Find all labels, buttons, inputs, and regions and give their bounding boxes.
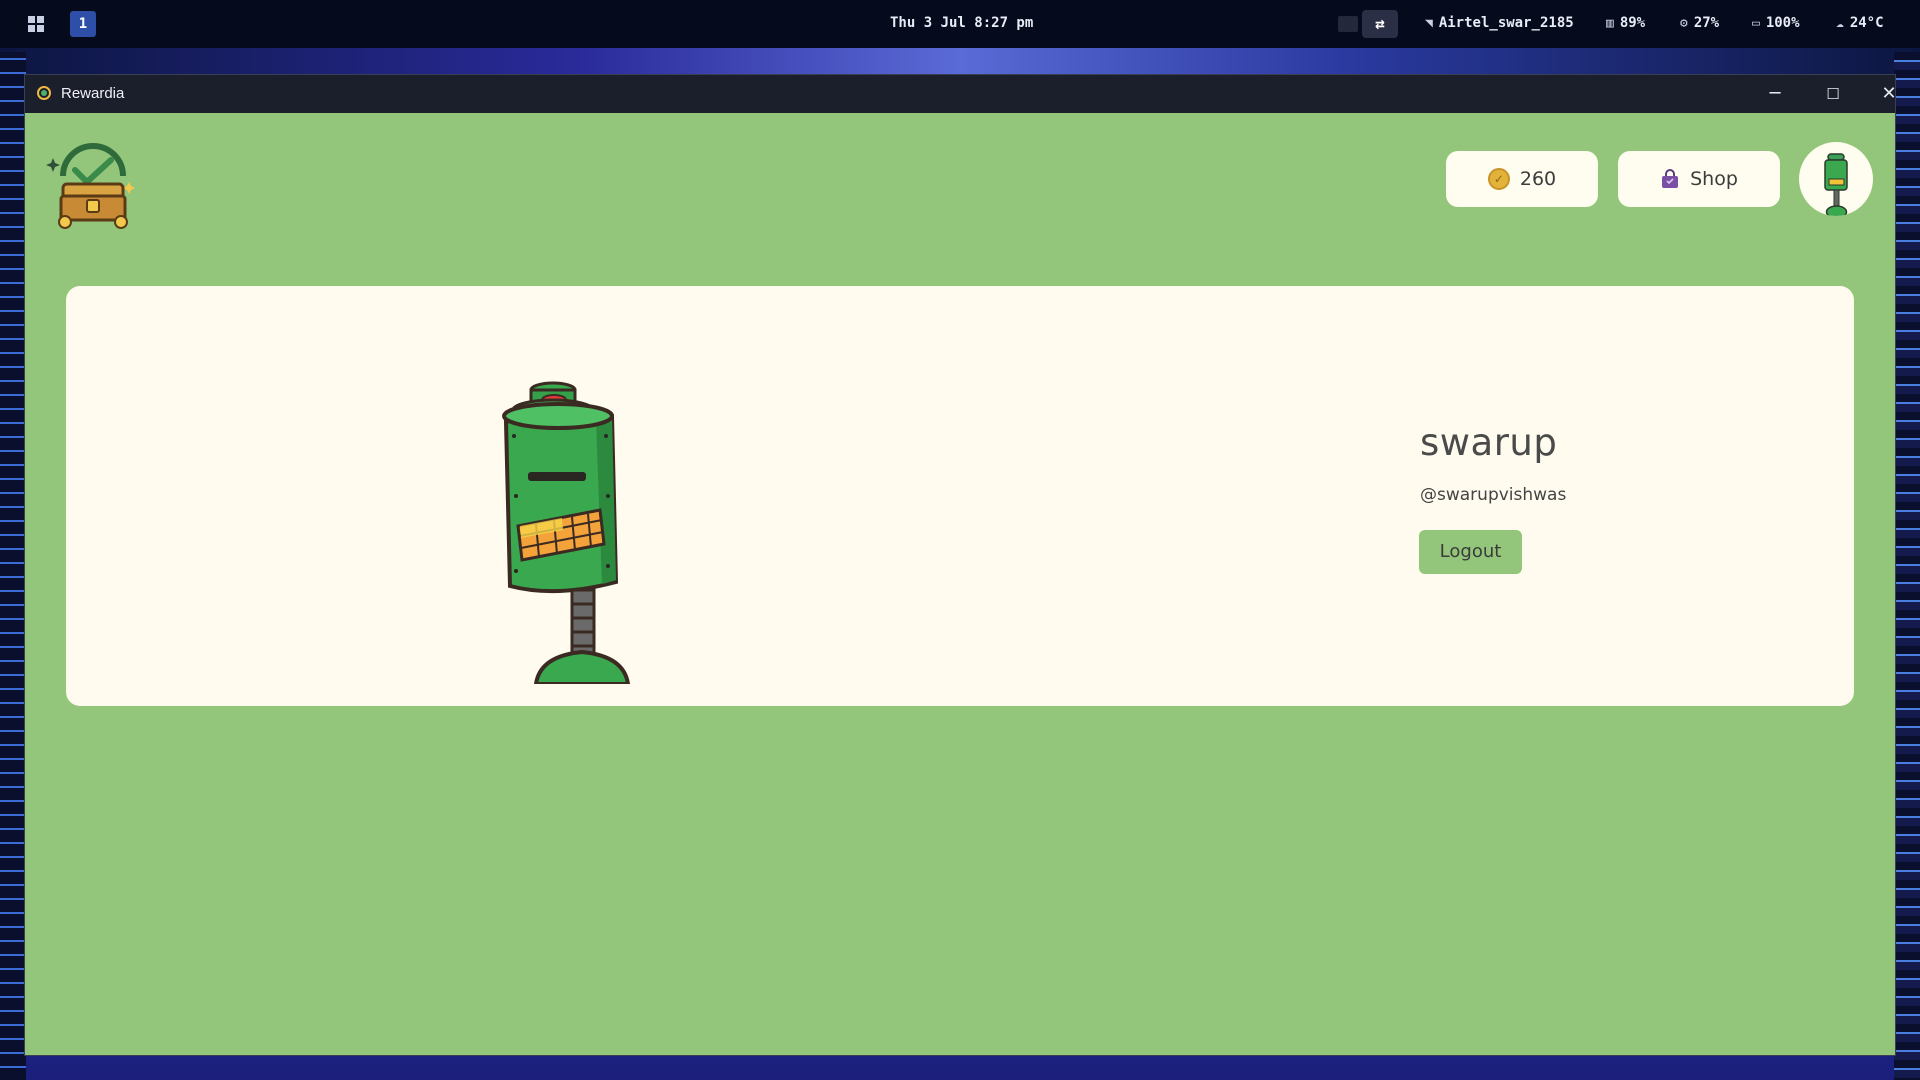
- memory-value: 89%: [1619, 15, 1646, 31]
- wallpaper-right: [1894, 52, 1920, 1080]
- close-button[interactable]: ✕: [1861, 75, 1917, 113]
- windows-logo-icon[interactable]: [28, 16, 44, 32]
- temperature-icon: ☁: [1836, 15, 1844, 31]
- temperature-status[interactable]: ☁ 24°C: [1836, 15, 1884, 31]
- wifi-name: Airtel_swar_2185: [1438, 15, 1574, 31]
- app-window: Rewardia ─ ☐ ✕ ✓ 260 Shop swarup @swarup…: [25, 75, 1897, 1055]
- window-title: Rewardia: [61, 85, 125, 102]
- temperature-value: 24°C: [1849, 15, 1884, 31]
- window-titlebar[interactable]: Rewardia ─ ☐ ✕: [25, 75, 1897, 113]
- coin-balance[interactable]: ✓ 260: [1446, 151, 1598, 207]
- profile-card: swarup @swarupvishwas Logout: [66, 286, 1854, 706]
- coin-icon: ✓: [1487, 168, 1510, 190]
- battery-status[interactable]: ▭ 100%: [1752, 15, 1800, 31]
- treasure-chest-logo[interactable]: [45, 138, 141, 230]
- app-icon: [37, 86, 51, 100]
- wallpaper-left: [0, 52, 26, 1080]
- coin-count: 260: [1519, 168, 1557, 190]
- minimize-button[interactable]: ─: [1747, 75, 1803, 113]
- robot-avatar-icon: [1824, 153, 1848, 216]
- workspace-indicator[interactable]: 1: [70, 11, 96, 37]
- cpu-status[interactable]: ⚙ 27%: [1680, 15, 1719, 31]
- shopping-bag-icon: [1662, 169, 1679, 188]
- profile-avatar-button[interactable]: [1799, 142, 1873, 216]
- memory-status[interactable]: ▥ 89%: [1606, 15, 1645, 31]
- battery-value: 100%: [1765, 15, 1800, 31]
- wifi-status[interactable]: ◥ Airtel_swar_2185: [1425, 15, 1574, 31]
- logout-button[interactable]: Logout: [1419, 530, 1522, 574]
- cpu-icon: ⚙: [1680, 15, 1688, 31]
- shop-label: Shop: [1690, 168, 1738, 190]
- swap-icon[interactable]: ⇄: [1362, 10, 1398, 38]
- wifi-icon: ◥: [1425, 15, 1433, 31]
- profile-handle: @swarupvishwas: [1420, 485, 1567, 505]
- profile-name: swarup: [1420, 421, 1558, 464]
- shop-button[interactable]: Shop: [1618, 151, 1780, 207]
- battery-icon: ▭: [1752, 15, 1760, 31]
- system-taskbar: 1 Thu 3 Jul 8:27 pm ⇄ ◥ Airtel_swar_2185…: [0, 0, 1920, 48]
- wallpaper-top: [0, 48, 1920, 76]
- tray-app-icon[interactable]: [1338, 16, 1358, 32]
- robot-avatar: [502, 381, 631, 684]
- cpu-value: 27%: [1693, 15, 1720, 31]
- clock[interactable]: Thu 3 Jul 8:27 pm: [890, 15, 1033, 31]
- memory-icon: ▥: [1606, 15, 1614, 31]
- maximize-button[interactable]: ☐: [1805, 75, 1861, 113]
